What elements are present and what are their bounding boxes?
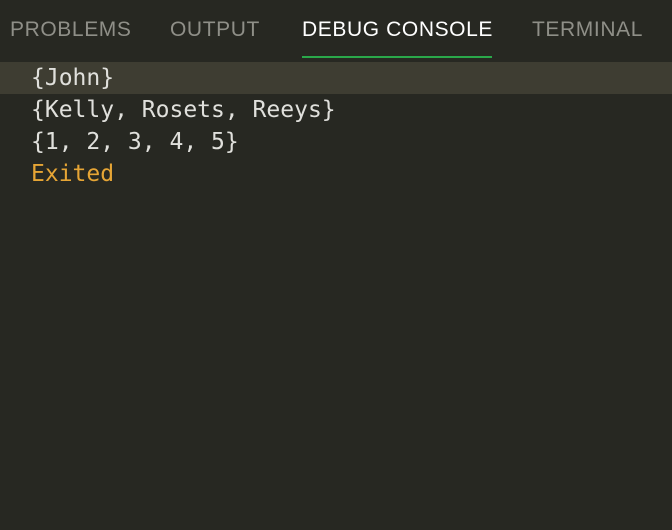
console-line: {John}	[0, 62, 672, 94]
active-tab-indicator	[302, 56, 492, 58]
debug-panel: PROBLEMS OUTPUT DEBUG CONSOLE TERMINAL {…	[0, 0, 672, 530]
tab-problems[interactable]: PROBLEMS	[10, 18, 132, 58]
tab-debug-console[interactable]: DEBUG CONSOLE	[302, 18, 493, 58]
tab-output[interactable]: OUTPUT	[170, 18, 260, 58]
debug-console-output[interactable]: {John} {Kelly, Rosets, Reeys} {1, 2, 3, …	[0, 62, 672, 530]
tab-terminal[interactable]: TERMINAL	[532, 18, 643, 58]
console-line: {1, 2, 3, 4, 5}	[31, 129, 239, 155]
console-exit-status: Exited	[31, 161, 115, 187]
panel-tabs: PROBLEMS OUTPUT DEBUG CONSOLE TERMINAL	[0, 0, 672, 60]
console-line: {Kelly, Rosets, Reeys}	[31, 97, 336, 123]
